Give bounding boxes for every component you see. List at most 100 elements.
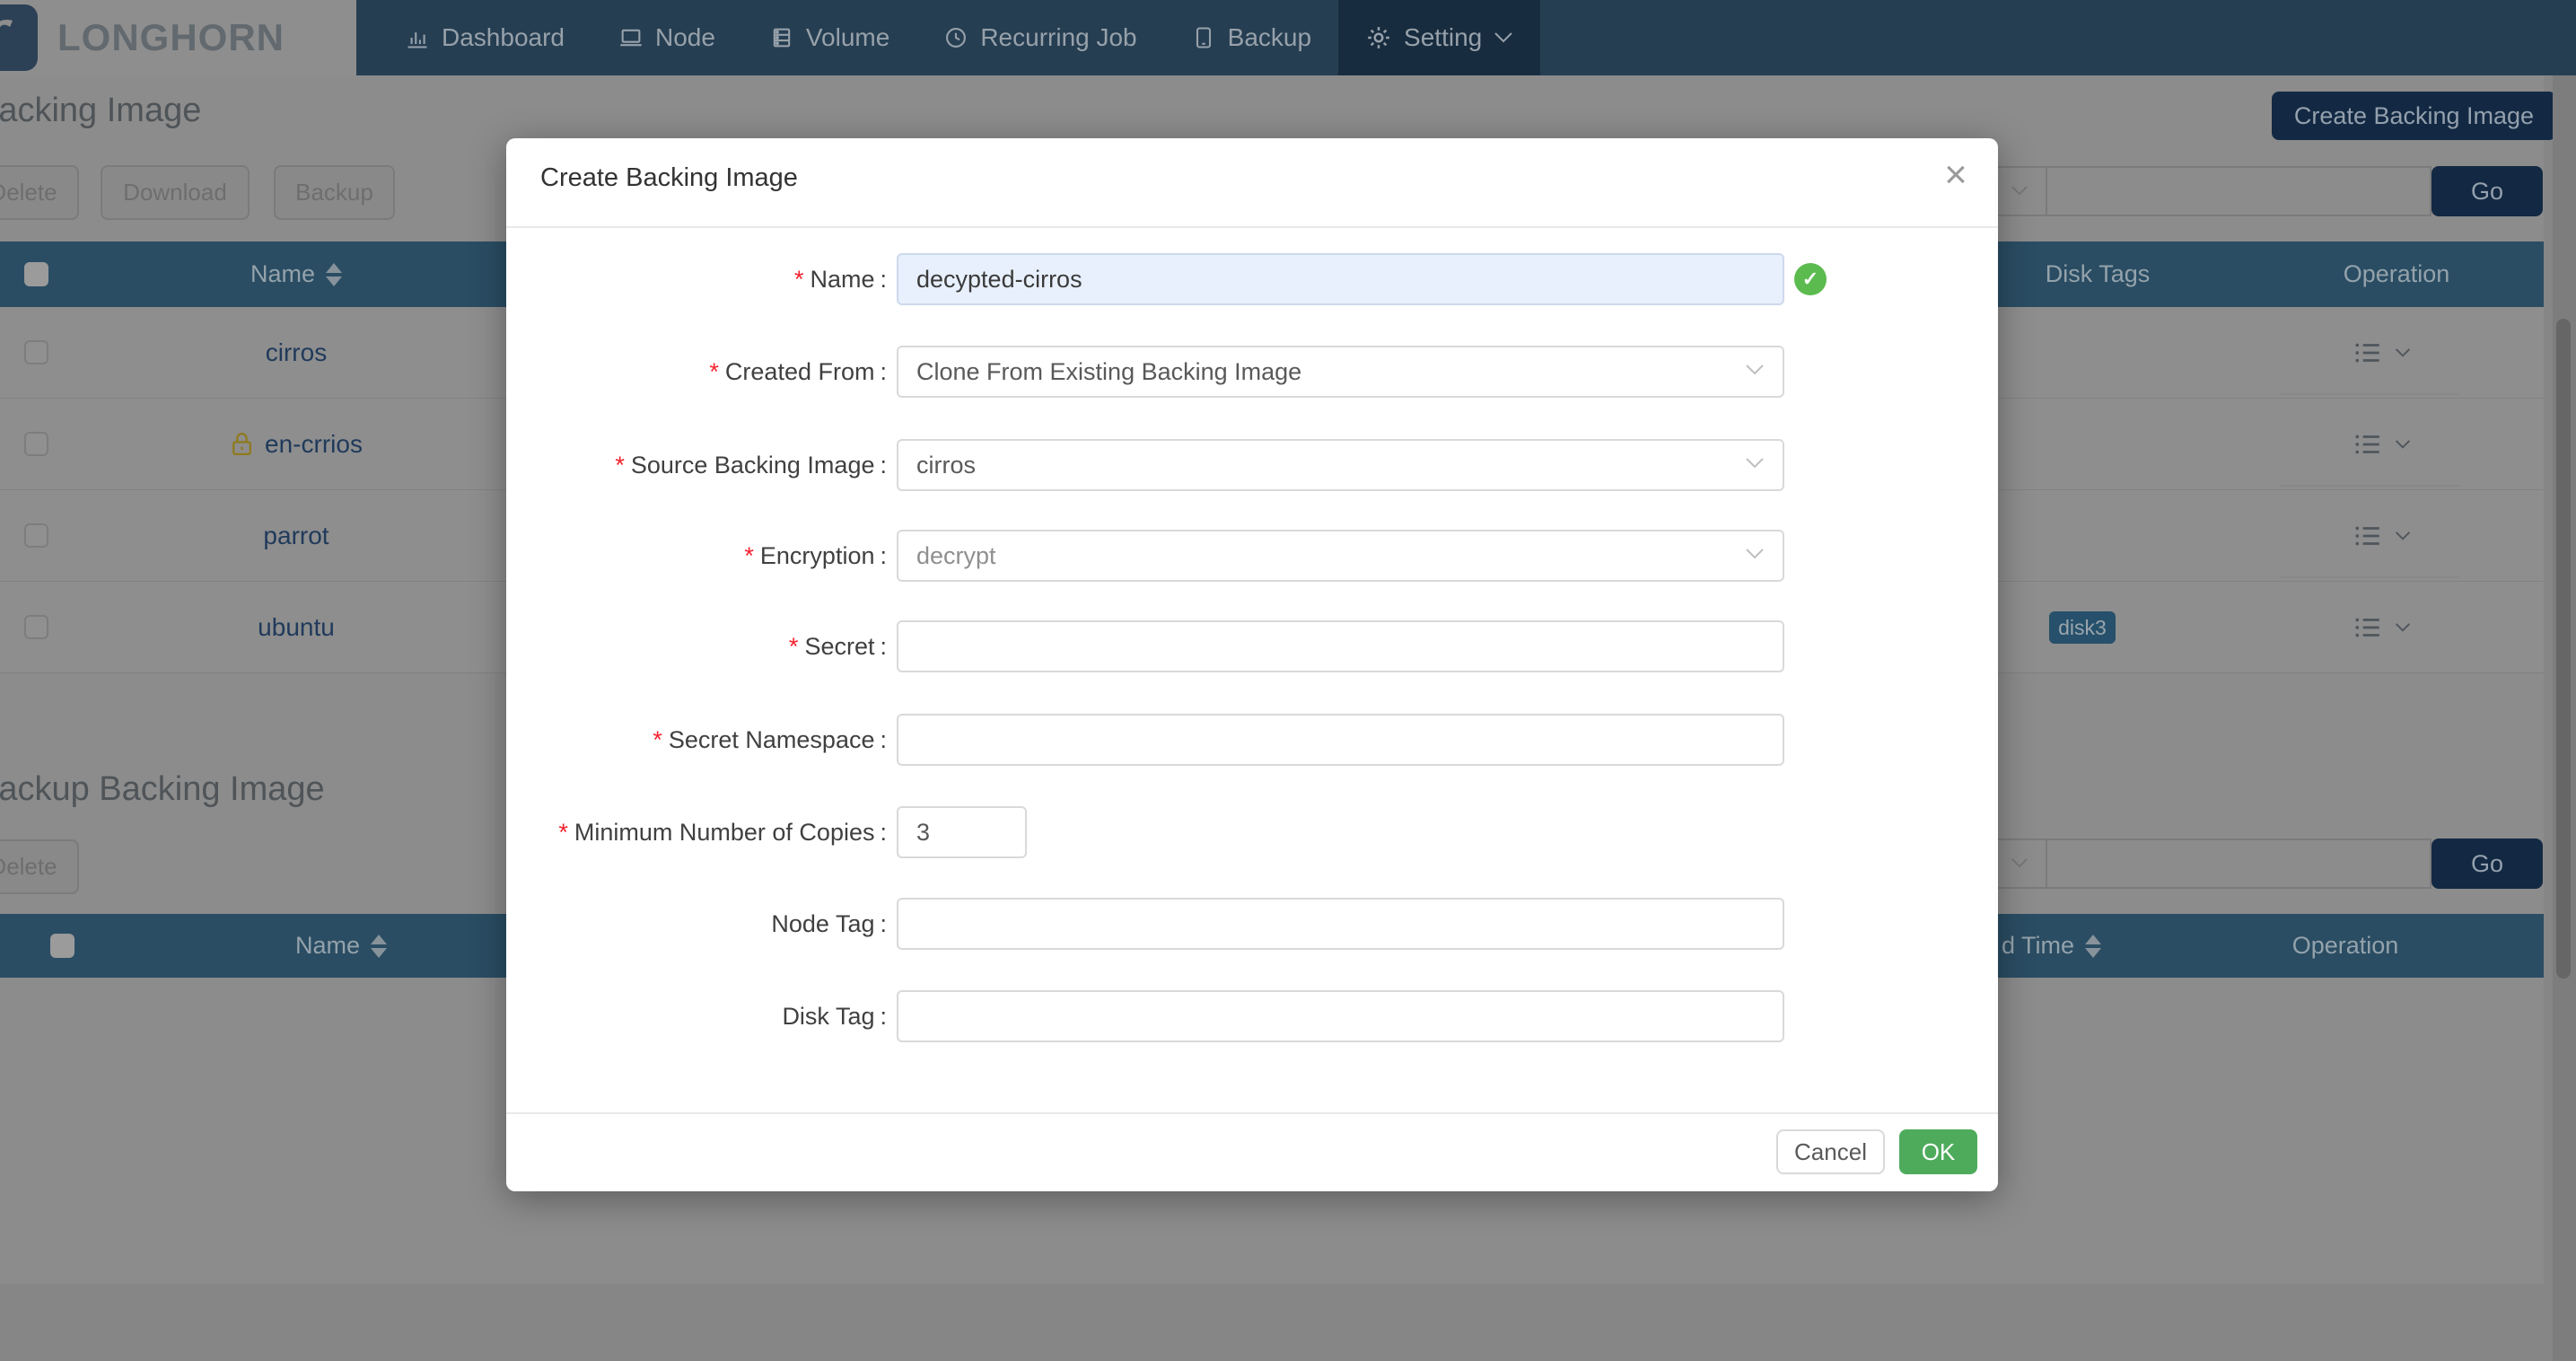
backing-image-name-link[interactable]: cirros — [162, 307, 431, 398]
field-label: Encryption — [760, 542, 875, 570]
go-button[interactable]: Go — [2431, 839, 2543, 889]
name-input[interactable]: decypted-cirros — [897, 253, 1784, 305]
nav-label: Recurring Job — [980, 23, 1136, 52]
row-checkbox[interactable] — [24, 340, 48, 364]
chevron-down-icon — [2395, 439, 2411, 450]
divider — [2280, 485, 2459, 487]
required-asterisk: * — [709, 358, 719, 386]
logo[interactable]: LONGHORN — [0, 0, 356, 75]
sort-carets-icon[interactable] — [326, 263, 342, 286]
form-row-encryption: *Encryption: decrypt — [506, 530, 1998, 582]
nav-label: Setting — [1404, 23, 1482, 52]
divider — [506, 1112, 1998, 1114]
row-checkbox[interactable] — [24, 432, 48, 456]
top-navbar: LONGHORN Dashboard Node Volume Recurring… — [0, 0, 2576, 75]
chevron-down-icon — [1745, 364, 1765, 376]
download-button[interactable]: Download — [101, 165, 250, 220]
brand-name: LONGHORN — [57, 16, 285, 59]
created-from-select[interactable]: Clone From Existing Backing Image — [897, 346, 1784, 398]
form-row-secret: *Secret: — [506, 620, 1998, 672]
backing-image-name-link[interactable]: ubuntu — [162, 582, 431, 672]
database-icon — [769, 25, 794, 50]
clock-icon — [943, 25, 968, 50]
nav-item-node[interactable]: Node — [591, 0, 742, 75]
secret-namespace-input[interactable] — [897, 714, 1784, 766]
minimum-copies-input[interactable]: 3 — [897, 806, 1027, 858]
form-row-node-tag: Node Tag: — [506, 898, 1998, 950]
disk-tag-badge: disk3 — [2049, 611, 2116, 644]
required-asterisk: * — [794, 266, 804, 294]
chevron-down-icon — [1745, 457, 1765, 470]
divider — [2046, 840, 2047, 887]
operation-dropdown[interactable] — [2292, 490, 2472, 581]
sort-carets-icon[interactable] — [2085, 935, 2101, 958]
field-label: Secret Namespace — [669, 726, 875, 754]
close-icon[interactable]: × — [1932, 151, 1980, 199]
nav-menu: Dashboard Node Volume Recurring Job Back… — [378, 0, 1540, 75]
required-asterisk: * — [744, 542, 754, 570]
encryption-select[interactable]: decrypt — [897, 530, 1784, 582]
nav-label: Volume — [806, 23, 889, 52]
caret-down-icon — [1494, 31, 1513, 44]
required-asterisk: * — [615, 452, 625, 479]
chevron-down-icon — [2395, 347, 2411, 358]
column-header-time[interactable]: d Time — [2002, 914, 2118, 978]
required-asterisk: * — [789, 633, 799, 661]
field-label: Created From — [725, 358, 875, 386]
field-label: Disk Tag — [782, 1003, 874, 1031]
list-operation-icon — [2353, 613, 2382, 642]
field-label: Name — [810, 266, 874, 294]
field-label: Minimum Number of Copies — [574, 819, 875, 847]
row-checkbox[interactable] — [24, 615, 48, 639]
select-all-checkbox[interactable] — [24, 262, 48, 286]
delete-button[interactable]: Delete — [0, 165, 79, 220]
disk-tag-input[interactable] — [897, 990, 1784, 1042]
chevron-down-icon — [2395, 622, 2411, 633]
required-asterisk: * — [558, 819, 568, 847]
nav-item-recurring-job[interactable]: Recurring Job — [916, 0, 1163, 75]
select-all-checkbox[interactable] — [50, 934, 74, 958]
bar-chart-icon — [405, 25, 430, 50]
list-operation-icon — [2353, 430, 2382, 459]
nav-item-setting[interactable]: Setting — [1338, 0, 1540, 75]
row-checkbox[interactable] — [24, 523, 48, 548]
nav-item-volume[interactable]: Volume — [742, 0, 916, 75]
divider — [506, 226, 1998, 228]
operation-dropdown[interactable] — [2292, 399, 2472, 489]
scrollbar-thumb[interactable] — [2556, 319, 2571, 979]
nav-item-dashboard[interactable]: Dashboard — [378, 0, 591, 75]
chevron-down-icon — [2011, 857, 2028, 869]
form-row-source-backing-image: *Source Backing Image: cirros — [506, 439, 1998, 491]
create-backing-image-button[interactable]: Create Backing Image — [2272, 92, 2556, 140]
field-label: Node Tag — [771, 910, 874, 938]
operation-dropdown[interactable] — [2292, 582, 2472, 672]
search-field-select[interactable] — [1930, 839, 2431, 889]
modal-title: Create Backing Image — [540, 163, 798, 193]
go-button[interactable]: Go — [2431, 166, 2543, 216]
column-header-operation: Operation — [2256, 914, 2435, 978]
field-label: Secret — [804, 633, 874, 661]
list-operation-icon — [2353, 338, 2382, 367]
nav-item-backup[interactable]: Backup — [1164, 0, 1338, 75]
column-header-name[interactable]: Name — [206, 914, 476, 978]
backup-button[interactable]: Backup — [274, 165, 395, 220]
cancel-button[interactable]: Cancel — [1776, 1129, 1885, 1174]
divider — [2280, 576, 2459, 578]
form-row-name: *Name: decypted-cirros ✓ — [506, 253, 1998, 305]
delete-button[interactable]: Delete — [0, 839, 79, 894]
source-backing-image-select[interactable]: cirros — [897, 439, 1784, 491]
section-title-backup-backing-image: Backup Backing Image — [0, 770, 325, 809]
field-label: Source Backing Image — [631, 452, 875, 479]
backing-image-name-link[interactable]: parrot — [162, 490, 431, 581]
search-field-select[interactable] — [1930, 166, 2431, 216]
nav-label: Dashboard — [442, 23, 565, 52]
check-circle-icon: ✓ — [1794, 263, 1827, 295]
nav-label: Node — [655, 23, 715, 52]
sort-carets-icon[interactable] — [371, 935, 387, 958]
ok-button[interactable]: OK — [1899, 1129, 1977, 1174]
node-tag-input[interactable] — [897, 898, 1784, 950]
operation-dropdown[interactable] — [2292, 307, 2472, 398]
backing-image-name-link[interactable]: en-crrios — [162, 399, 431, 489]
secret-input[interactable] — [897, 620, 1784, 672]
column-header-name[interactable]: Name — [162, 241, 431, 307]
